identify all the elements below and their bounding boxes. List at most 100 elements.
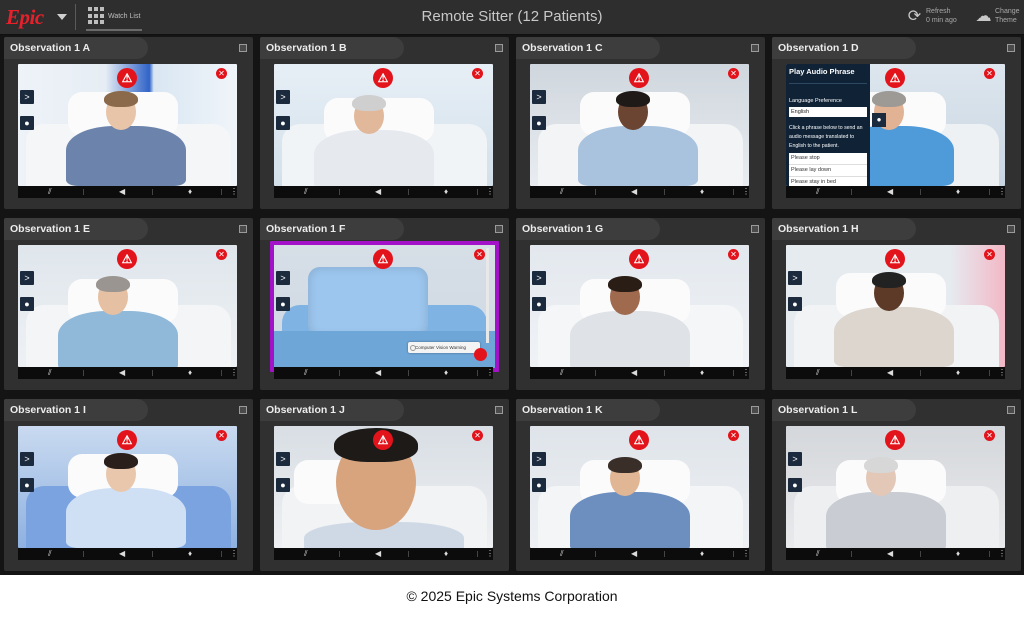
camera-feed[interactable]: ⚠ ✕ > ● <box>18 426 237 548</box>
patient-tile[interactable]: Observation 1 H ⚠ ✕ > ● ⫽ ◀ ♦ ⋮ <box>772 218 1021 390</box>
patient-tile[interactable]: Observation 1 A ⚠ ✕ > ● ⫽ ◀ ♦ ⋮ <box>4 37 253 209</box>
chevron-right-icon[interactable]: > <box>788 271 802 285</box>
chevron-right-icon[interactable]: > <box>532 271 546 285</box>
close-circle-icon[interactable]: ✕ <box>728 68 739 79</box>
chat-bubble-icon[interactable]: ● <box>20 478 34 492</box>
patient-tile[interactable]: Observation 1 D ⚠ ✕ Play Audio Phrase Langua… <box>772 37 1021 209</box>
microphone-icon[interactable]: ♦ <box>700 368 704 378</box>
speaker-icon[interactable]: ◀ <box>119 549 125 559</box>
patient-tile[interactable]: Observation 1 F ⚠ ✕ > ● Computer Vision Warni… <box>260 218 509 390</box>
close-circle-icon[interactable]: ✕ <box>984 68 995 79</box>
camera-feed[interactable]: ⚠ ✕ > ● <box>786 245 1005 367</box>
tile-maximize-icon[interactable] <box>495 225 503 233</box>
close-circle-icon[interactable]: ✕ <box>474 249 485 260</box>
tile-maximize-icon[interactable] <box>239 44 247 52</box>
tile-maximize-icon[interactable] <box>751 44 759 52</box>
warning-triangle-icon[interactable]: ⚠ <box>629 68 649 88</box>
microphone-icon[interactable]: ♦ <box>444 368 448 378</box>
patient-figure-icon[interactable]: ⫽ <box>304 549 308 559</box>
speaker-icon[interactable]: ◀ <box>887 368 893 378</box>
warning-triangle-icon[interactable]: ⚠ <box>885 249 905 269</box>
warning-triangle-icon[interactable]: ⚠ <box>885 430 905 450</box>
speaker-icon[interactable]: ◀ <box>375 549 381 559</box>
more-vertical-icon[interactable]: ⋮ <box>742 368 750 378</box>
chat-bubble-icon[interactable]: ● <box>532 478 546 492</box>
chevron-right-icon[interactable]: > <box>532 452 546 466</box>
microphone-icon[interactable]: ♦ <box>188 187 192 197</box>
close-circle-icon[interactable]: ✕ <box>984 249 995 260</box>
audio-phrase-item[interactable]: Please lay down <box>789 165 867 177</box>
more-vertical-icon[interactable]: ⋮ <box>230 549 238 559</box>
microphone-icon[interactable]: ♦ <box>188 368 192 378</box>
microphone-icon[interactable]: ♦ <box>700 549 704 559</box>
camera-feed[interactable]: ⚠ ✕ > ● <box>530 426 749 548</box>
microphone-icon[interactable]: ♦ <box>956 368 960 378</box>
chevron-right-icon[interactable]: > <box>788 452 802 466</box>
chat-bubble-icon[interactable]: ● <box>276 116 290 130</box>
speaker-icon[interactable]: ◀ <box>887 549 893 559</box>
close-circle-icon[interactable]: ✕ <box>472 430 483 441</box>
speaker-icon[interactable]: ◀ <box>631 368 637 378</box>
patient-figure-icon[interactable]: ⫽ <box>560 549 564 559</box>
chevron-right-icon[interactable]: > <box>532 90 546 104</box>
audio-phrase-item[interactable]: Please stay in bed <box>789 177 867 186</box>
close-circle-icon[interactable]: ✕ <box>728 430 739 441</box>
more-vertical-icon[interactable]: ⋮ <box>230 368 238 378</box>
speaker-icon[interactable]: ◀ <box>887 187 893 197</box>
chevron-right-icon[interactable]: > <box>276 90 290 104</box>
patient-figure-icon[interactable]: ⫽ <box>48 549 52 559</box>
close-circle-icon[interactable]: ✕ <box>984 430 995 441</box>
speaker-icon[interactable]: ◀ <box>375 187 381 197</box>
patient-figure-icon[interactable]: ⫽ <box>304 187 308 197</box>
chat-bubble-icon[interactable]: ● <box>276 297 290 311</box>
chat-bubble-icon[interactable]: ● <box>20 297 34 311</box>
tile-maximize-icon[interactable] <box>751 406 759 414</box>
close-circle-icon[interactable]: ✕ <box>216 430 227 441</box>
patient-tile[interactable]: Observation 1 C ⚠ ✕ > ● ⫽ ◀ ♦ ⋮ <box>516 37 765 209</box>
chevron-right-icon[interactable]: > <box>276 271 290 285</box>
speaker-icon[interactable]: ◀ <box>119 368 125 378</box>
patient-tile[interactable]: Observation 1 B ⚠ ✕ > ● ⫽ ◀ ♦ ⋮ <box>260 37 509 209</box>
warning-triangle-icon[interactable]: ⚠ <box>117 68 137 88</box>
refresh-button[interactable]: ⟳ Refresh 0 min ago <box>906 6 966 30</box>
chat-bubble-icon[interactable]: ● <box>788 297 802 311</box>
language-preference-select[interactable]: English <box>789 107 867 117</box>
feed-scrollbar[interactable] <box>486 248 489 343</box>
camera-feed[interactable]: ⚠ ✕ > ● <box>530 64 749 186</box>
patient-tile[interactable]: Observation 1 G ⚠ ✕ > ● ⫽ ◀ ♦ ⋮ <box>516 218 765 390</box>
microphone-icon[interactable]: ♦ <box>188 549 192 559</box>
speaker-icon[interactable]: ◀ <box>631 549 637 559</box>
warning-triangle-icon[interactable]: ⚠ <box>373 249 393 269</box>
camera-feed[interactable]: ⚠ ✕ > ● <box>274 64 493 186</box>
close-circle-icon[interactable]: ✕ <box>472 68 483 79</box>
patient-figure-icon[interactable]: ⫽ <box>816 368 820 378</box>
chevron-right-icon[interactable]: > <box>20 452 34 466</box>
microphone-icon[interactable]: ♦ <box>700 187 704 197</box>
chevron-right-icon[interactable]: > <box>276 452 290 466</box>
chat-bubble-icon[interactable]: ● <box>532 297 546 311</box>
speaker-icon[interactable]: ◀ <box>119 187 125 197</box>
camera-feed[interactable]: ⚠ ✕ > ● <box>18 245 237 367</box>
warning-triangle-icon[interactable]: ⚠ <box>373 68 393 88</box>
tile-maximize-icon[interactable] <box>495 44 503 52</box>
patient-tile[interactable]: Observation 1 J ⚠ ✕ > ● ⫽ ◀ ♦ ⋮ <box>260 399 509 571</box>
patient-figure-icon[interactable]: ⫽ <box>304 368 308 378</box>
more-vertical-icon[interactable]: ⋮ <box>230 187 238 197</box>
more-vertical-icon[interactable]: ⋮ <box>998 187 1006 197</box>
patient-figure-icon[interactable]: ⫽ <box>816 549 820 559</box>
more-vertical-icon[interactable]: ⋮ <box>486 368 494 378</box>
warning-triangle-icon[interactable]: ⚠ <box>629 430 649 450</box>
camera-feed[interactable]: ⚠ ✕ > ● <box>274 426 493 548</box>
more-vertical-icon[interactable]: ⋮ <box>742 187 750 197</box>
tile-maximize-icon[interactable] <box>239 406 247 414</box>
patient-figure-icon[interactable]: ⫽ <box>560 187 564 197</box>
audio-phrase-list[interactable]: Please stop Please lay down Please stay in… <box>789 153 867 186</box>
microphone-icon[interactable]: ♦ <box>444 187 448 197</box>
patient-tile[interactable]: Observation 1 K ⚠ ✕ > ● ⫽ ◀ ♦ ⋮ <box>516 399 765 571</box>
warning-triangle-icon[interactable]: ⚠ <box>373 430 393 450</box>
chevron-right-icon[interactable]: > <box>20 271 34 285</box>
camera-feed[interactable]: ⚠ ✕ > ● <box>530 245 749 367</box>
change-theme-button[interactable]: ☁ Change Theme <box>975 6 1023 30</box>
patient-figure-icon[interactable]: ⫽ <box>816 187 820 197</box>
patient-figure-icon[interactable]: ⫽ <box>560 368 564 378</box>
